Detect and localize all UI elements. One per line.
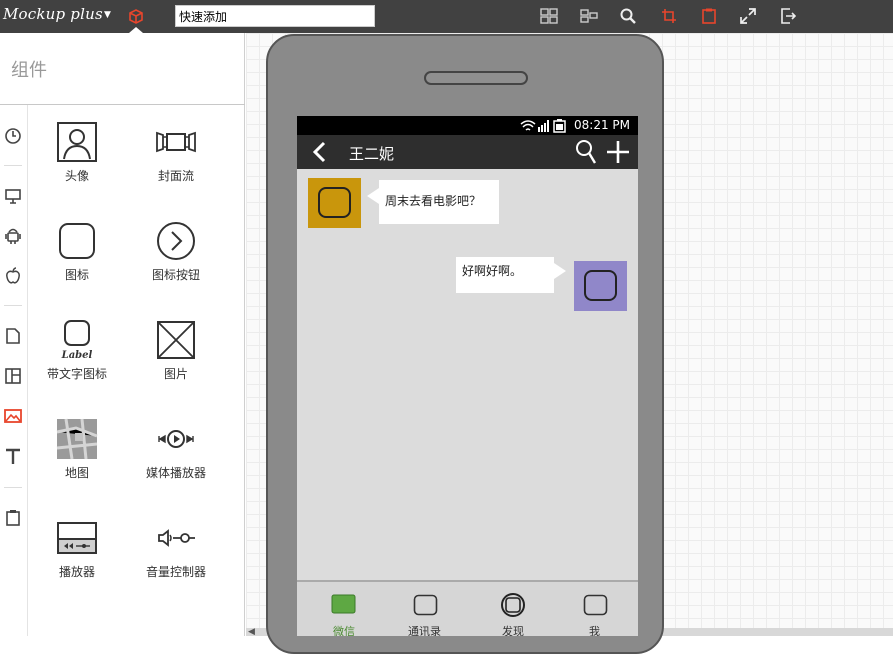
tab-contacts[interactable] <box>413 594 438 620</box>
chat-title: 王二妮 <box>349 145 395 163</box>
label-icon: Label <box>61 320 93 361</box>
me-tab-icon <box>583 594 608 616</box>
component-label: 头像 <box>64 169 89 183</box>
phone-screen: 08:21 PM 王二妮 周末去看电影吧？ 好啊好啊。 微信 通讯录 发现 我 <box>297 116 638 636</box>
align-icon[interactable] <box>580 8 598 28</box>
tab-label: 微信 <box>333 625 355 636</box>
avatar[interactable] <box>574 261 627 311</box>
component-map[interactable]: 地图 <box>32 418 122 508</box>
image-icon[interactable] <box>4 407 22 425</box>
add-icon[interactable] <box>606 140 630 164</box>
back-arrow-icon[interactable] <box>311 141 327 163</box>
svg-text:Label: Label <box>61 350 93 361</box>
circle-arrow-icon <box>157 222 195 260</box>
app-logo[interactable]: Mockup plus <box>3 5 103 23</box>
tab-me[interactable] <box>583 594 608 620</box>
component-label: 图片 <box>163 367 188 381</box>
crop-icon[interactable] <box>661 8 677 28</box>
export-icon[interactable] <box>780 8 797 28</box>
component-icon-button[interactable]: 图标按钮 <box>131 220 221 310</box>
chat-navbar: 王二妮 <box>297 135 638 169</box>
panel-title: 组件 <box>11 60 47 81</box>
tab-wechat[interactable] <box>331 594 356 618</box>
components-panel: 组件 头像 封面流 图标 图标按钮 Label 带文字图标 图片 地图 媒体播放… <box>0 33 245 636</box>
component-label: 地图 <box>64 466 89 480</box>
layout-icon[interactable] <box>540 8 558 28</box>
component-label: 播放器 <box>58 565 95 579</box>
contacts-tab-icon <box>413 594 438 616</box>
clipboard-icon[interactable] <box>4 509 22 527</box>
component-label: 图标按钮 <box>151 268 200 282</box>
component-coverflow[interactable]: 封面流 <box>131 121 221 211</box>
player-icon <box>57 522 97 554</box>
signal-battery-icon <box>520 119 566 133</box>
status-time: 08:21 PM <box>574 118 630 132</box>
component-label: 图标 <box>64 268 89 282</box>
tab-label: 发现 <box>502 625 524 636</box>
component-label: 音量控制器 <box>145 565 206 579</box>
component-label: 带文字图标 <box>46 367 107 381</box>
chat-tab-icon <box>331 594 356 614</box>
search-icon[interactable] <box>620 8 636 28</box>
avatar[interactable] <box>308 178 361 228</box>
coverflow-icon <box>156 131 196 153</box>
component-player[interactable]: 播放器 <box>32 517 122 607</box>
divider <box>4 305 22 306</box>
category-strip <box>0 105 28 636</box>
desktop-icon[interactable] <box>4 187 22 205</box>
divider <box>0 104 245 105</box>
message-bubble[interactable]: 好啊好啊。 <box>456 257 554 293</box>
page-icon[interactable] <box>4 327 22 345</box>
component-volume-control[interactable]: 音量控制器 <box>131 517 221 607</box>
component-image[interactable]: 图片 <box>131 319 221 409</box>
bottom-tab-bar: 微信 通讯录 发现 我 <box>297 580 638 636</box>
layout-panel-icon[interactable] <box>4 367 22 385</box>
avatar-icon <box>57 122 97 162</box>
bubble-tail <box>367 188 379 204</box>
clock-icon[interactable] <box>4 127 22 145</box>
tab-label: 我 <box>589 625 600 636</box>
bubble-tail <box>554 263 566 279</box>
android-icon[interactable] <box>4 227 22 245</box>
volume-control-icon <box>158 529 195 547</box>
clipboard-icon[interactable] <box>701 8 717 28</box>
tab-label: 通讯录 <box>408 625 441 636</box>
expand-icon[interactable] <box>740 8 756 28</box>
component-label-icon[interactable]: Label 带文字图标 <box>32 319 122 409</box>
image-placeholder-icon <box>157 321 195 359</box>
component-label: 媒体播放器 <box>145 466 206 480</box>
media-player-icon <box>158 430 194 448</box>
component-icon[interactable]: 图标 <box>32 220 122 310</box>
component-label: 封面流 <box>157 169 194 183</box>
divider <box>4 165 22 166</box>
message-bubble[interactable]: 周末去看电影吧？ <box>379 180 499 224</box>
status-bar: 08:21 PM <box>297 116 638 135</box>
component-media-player[interactable]: 媒体播放器 <box>131 418 221 508</box>
component-avatar[interactable]: 头像 <box>32 121 122 211</box>
top-toolbar: Mockup plus ▼ <box>0 0 893 33</box>
text-icon[interactable] <box>4 447 22 465</box>
discover-tab-icon <box>501 593 525 617</box>
rounded-square-icon <box>59 223 95 259</box>
phone-speaker <box>424 71 528 85</box>
map-icon <box>56 418 98 460</box>
tab-discover[interactable] <box>500 593 526 621</box>
apple-icon[interactable] <box>4 267 22 285</box>
quick-add-input[interactable] <box>175 5 375 27</box>
chevron-down-icon[interactable]: ▼ <box>104 10 111 20</box>
divider <box>4 487 22 488</box>
cube-icon[interactable] <box>128 9 144 28</box>
search-icon[interactable] <box>575 139 597 165</box>
